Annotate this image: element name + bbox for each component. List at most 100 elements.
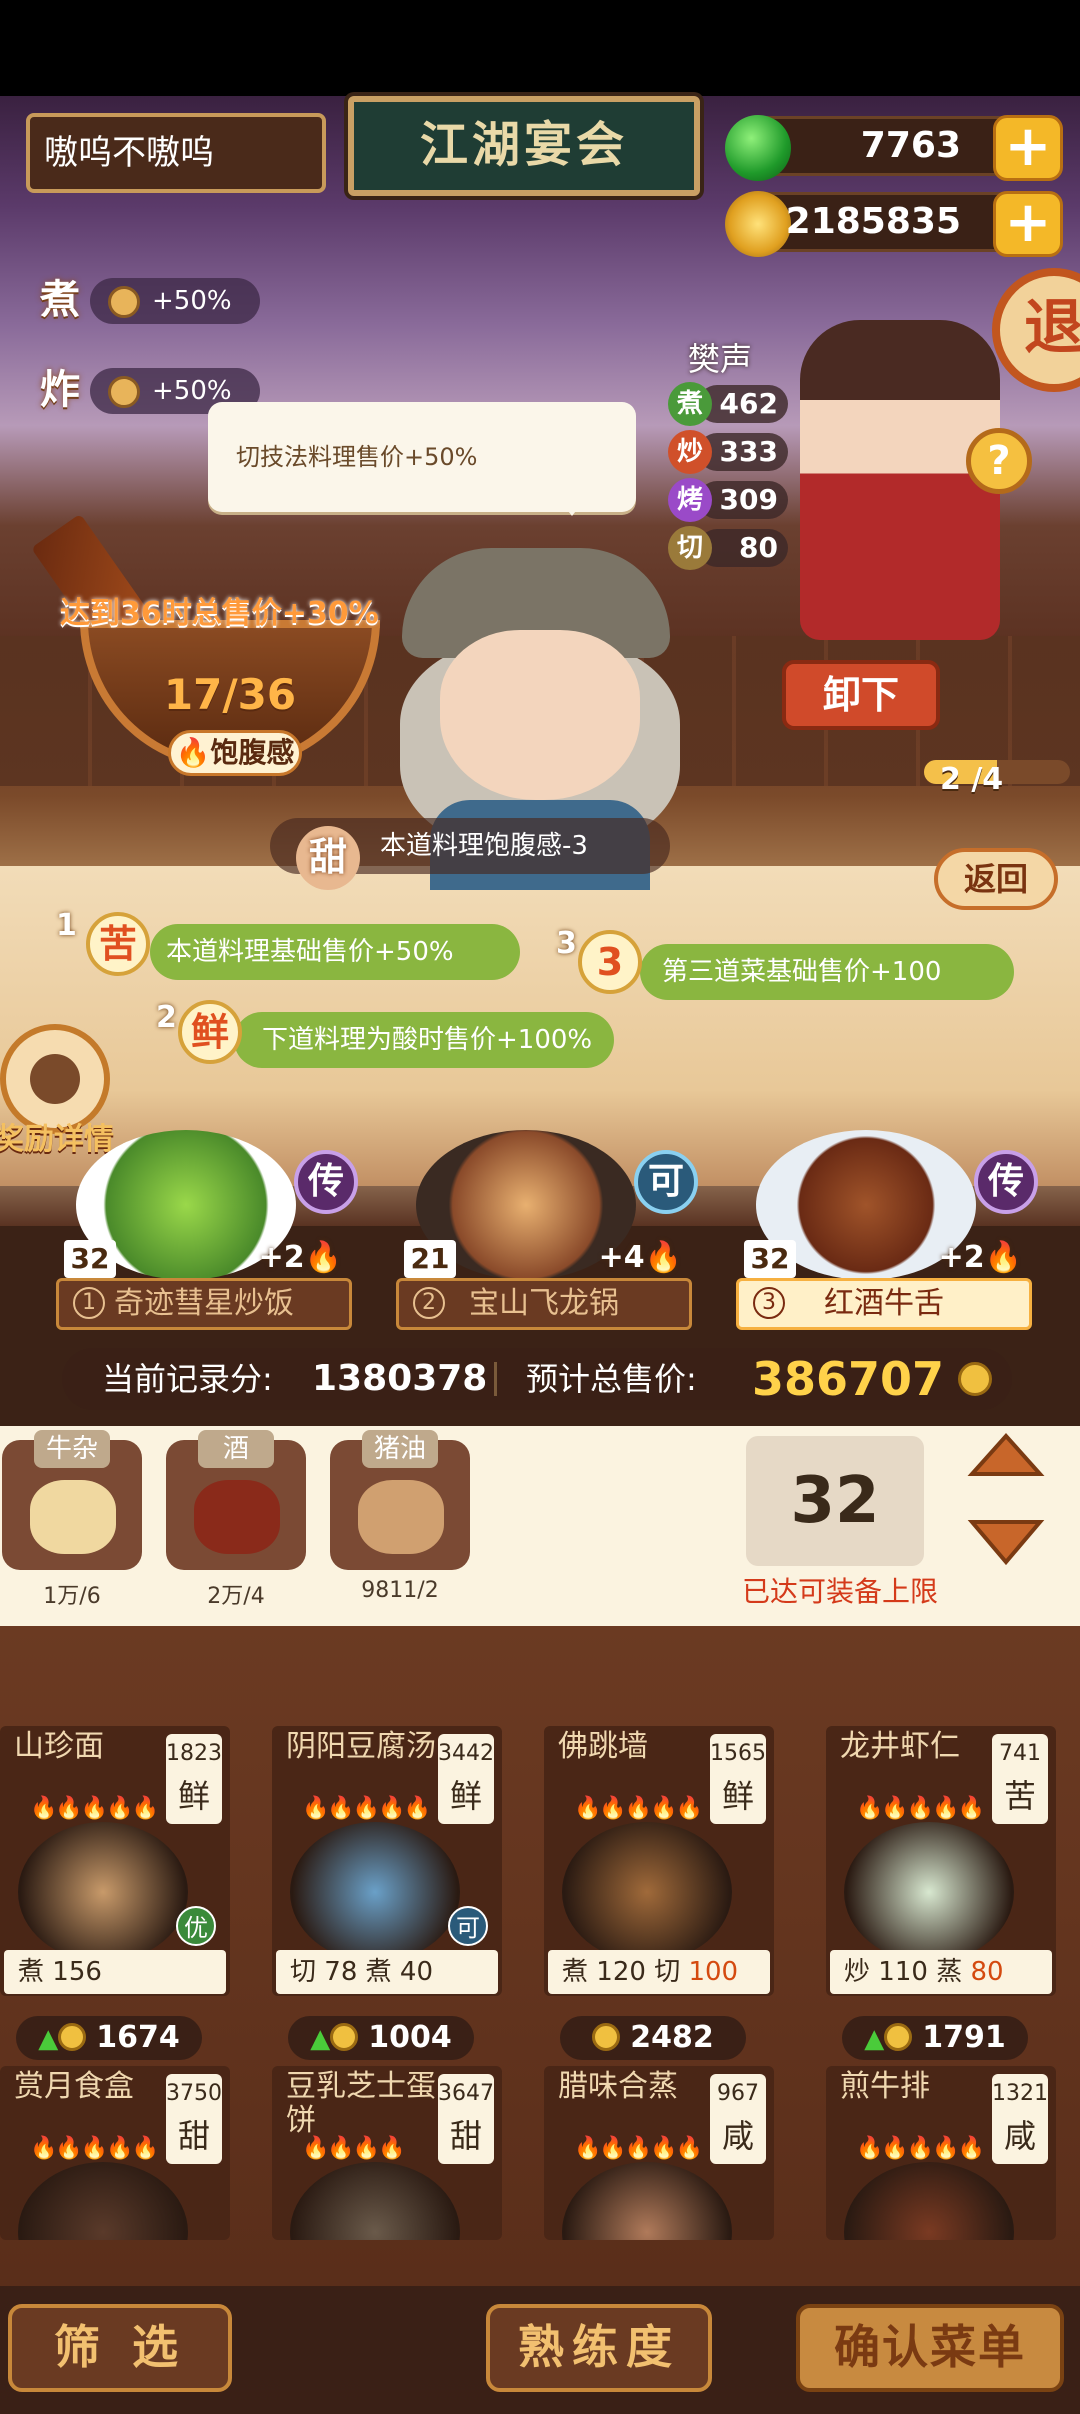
skill-2-num: 2 — [156, 1000, 177, 1035]
selected-dish[interactable]: 21 +4🔥 2 宝山飞龙锅 可 — [386, 1130, 698, 1330]
skill-value: 100 — [688, 1957, 739, 1987]
recipe-level-tag: 3647 甜 — [438, 2074, 494, 2164]
ingredient-count: 9811/2 — [361, 1578, 439, 1603]
skill-method: 煮 — [562, 1957, 589, 1987]
guest-stat-row: 309 烤 — [668, 478, 798, 522]
coin-icon — [725, 191, 791, 257]
recipe-level-tag: 1823 鲜 — [166, 1734, 222, 1824]
guest-name: 樊声 — [688, 340, 753, 378]
skill-method: 煮 — [365, 1957, 392, 1987]
recipe-card[interactable]: 龙井虾仁 741 苦 🔥🔥🔥🔥🔥 炒 110 蒸 80 — [826, 1726, 1056, 1996]
recipe-level: 1565 — [710, 1741, 766, 1766]
recipe-skills: 煮 156 — [4, 1950, 226, 1994]
flavor-sweet-badge: 甜 — [296, 826, 360, 890]
recipe-card[interactable]: 赏月食盒 3750 甜 🔥🔥🔥🔥🔥 — [0, 2066, 230, 2240]
add-coin-button[interactable]: + — [993, 191, 1063, 257]
recipe-card[interactable]: 豆乳芝士蛋饼 3647 甜 🔥🔥🔥🔥 — [272, 2066, 502, 2240]
skill-1: 本道料理基础售价+50% — [150, 924, 520, 980]
recipe-level-tag: 741 苦 — [992, 1734, 1048, 1824]
reward-details-label: 奖励详情 — [0, 1122, 114, 1157]
arrow-up-icon[interactable] — [966, 1430, 1046, 1478]
ingredient-name: 牛杂 — [34, 1430, 110, 1468]
stat-method-badge: 炒 — [668, 430, 712, 474]
rarity-badge: 可 — [634, 1150, 698, 1214]
fire-icon: 🔥🔥🔥🔥🔥 — [30, 2136, 159, 2161]
mastery-button[interactable]: 熟练度 — [486, 2304, 712, 2392]
recipe-skills: 煮 120 切 100 — [548, 1950, 770, 1994]
recipe-price-value: 2482 — [630, 2020, 714, 2055]
dish-name: 宝山飞龙锅 — [469, 1286, 619, 1321]
selected-dish[interactable]: 32 +2🔥 1 奇迹彗星炒饭 传 — [46, 1130, 358, 1330]
skill-value: 80 — [970, 1957, 1004, 1987]
skill-value: 120 — [596, 1957, 646, 1987]
recipe-level-tag: 967 咸 — [710, 2074, 766, 2164]
ingredient-image — [194, 1480, 280, 1554]
unload-button[interactable]: 卸下 — [782, 660, 940, 730]
skill-2-text: 下道料理为酸时售价+100% — [262, 1025, 593, 1055]
recipe-image — [18, 1822, 188, 1962]
recipe-level: 3442 — [438, 1741, 494, 1766]
fullness-goal: 达到36时总售价+30% — [60, 596, 379, 631]
skill-value: 156 — [52, 1957, 102, 1987]
recipe-card[interactable]: 腊味合蒸 967 咸 🔥🔥🔥🔥🔥 — [544, 2066, 774, 2240]
skill-method: 切 — [290, 1957, 317, 1987]
fire-icon: 🔥🔥🔥🔥🔥 — [856, 2136, 985, 2161]
divider — [494, 1362, 497, 1396]
jade-amount: 7763 — [860, 125, 961, 166]
add-jade-button[interactable]: + — [993, 115, 1063, 181]
ingredient-item[interactable]: 猪油 9811/2 — [330, 1430, 470, 1603]
recipe-image — [562, 1822, 732, 1962]
recipe-price: 2482 — [560, 2016, 746, 2060]
dish-bonus: +4🔥 — [599, 1240, 682, 1275]
skill-method: 煮 — [18, 1957, 45, 1987]
skill-method: 蒸 — [936, 1957, 963, 1987]
dish-name-bar: 2 宝山飞龙锅 — [396, 1278, 692, 1330]
recipe-card[interactable]: 煎牛排 1321 咸 🔥🔥🔥🔥🔥 — [826, 2066, 1056, 2240]
ingredient-count: 1万/6 — [43, 1584, 101, 1609]
guest-stat-row: 462 煮 — [668, 382, 798, 426]
back-button[interactable]: 返回 — [934, 848, 1058, 910]
recipe-image — [844, 2162, 1014, 2240]
recipe-level-tag: 1565 鲜 — [710, 1734, 766, 1824]
stat-method-badge: 烤 — [668, 478, 712, 522]
recipe-level: 741 — [999, 1741, 1041, 1766]
guest-stat-row: 80 切 — [668, 526, 798, 570]
recipe-price: ▲ 1004 — [288, 2016, 474, 2060]
help-button[interactable]: ? — [966, 428, 1032, 494]
status-bar-area — [0, 0, 1080, 96]
recipe-price: ▲ 1791 — [842, 2016, 1028, 2060]
recipe-badge: 优 — [176, 1906, 216, 1946]
arrow-down-icon[interactable] — [966, 1518, 1046, 1566]
recipe-flavor: 咸 — [1003, 2117, 1036, 2155]
ingredient-item[interactable]: 酒 2万/4 — [166, 1430, 306, 1609]
coin-amount: 2185835 — [785, 201, 961, 242]
event-title: 江湖宴会 — [348, 96, 700, 196]
fire-icon: 🔥🔥🔥🔥🔥 — [30, 1796, 159, 1821]
fullness-progress: 17/36 — [163, 670, 297, 719]
selected-dish[interactable]: 32 +2🔥 3 红酒牛舌 传 — [726, 1130, 1038, 1330]
recipe-badge: 可 — [448, 1906, 488, 1946]
fire-icon: 🔥🔥🔥🔥🔥 — [574, 1796, 703, 1821]
recipe-card[interactable]: 佛跳墙 1565 鲜 🔥🔥🔥🔥🔥 煮 120 切 100 — [544, 1726, 774, 1996]
recipe-name: 山珍面 — [14, 1729, 104, 1764]
recipe-card[interactable]: 山珍面 1823 鲜 🔥🔥🔥🔥🔥 优煮 156 — [0, 1726, 230, 1996]
recipe-name: 豆乳芝士蛋饼 — [286, 2069, 436, 2138]
confirm-menu-button[interactable]: 确认菜单 — [796, 2304, 1064, 2392]
dish-bonus: +2🔥 — [939, 1240, 1022, 1275]
skill-method: 切 — [654, 1957, 681, 1987]
recipe-card[interactable]: 阴阳豆腐汤 3442 鲜 🔥🔥🔥🔥🔥 可切 78 煮 40 — [272, 1726, 502, 1996]
guest-stat-row: 333 炒 — [668, 430, 798, 474]
fire-icon: 🔥🔥🔥🔥🔥 — [856, 1796, 985, 1821]
fire-icon: 🔥 — [304, 1240, 342, 1275]
ingredient-item[interactable]: 牛杂 1万/6 — [2, 1430, 142, 1609]
total-price-label: 预计总售价: — [526, 1360, 697, 1398]
ingredient-image — [30, 1480, 116, 1554]
dish-index: 2 — [413, 1287, 445, 1319]
dish-name: 红酒牛舌 — [824, 1286, 944, 1321]
coin-icon — [108, 286, 140, 318]
filter-button[interactable]: 筛 选 — [8, 2304, 232, 2392]
recipe-image — [844, 1822, 1014, 1962]
skill-3-badge: 3 — [578, 930, 642, 994]
recipe-flavor: 鲜 — [449, 1777, 482, 1815]
recipe-flavor: 咸 — [721, 2117, 754, 2155]
